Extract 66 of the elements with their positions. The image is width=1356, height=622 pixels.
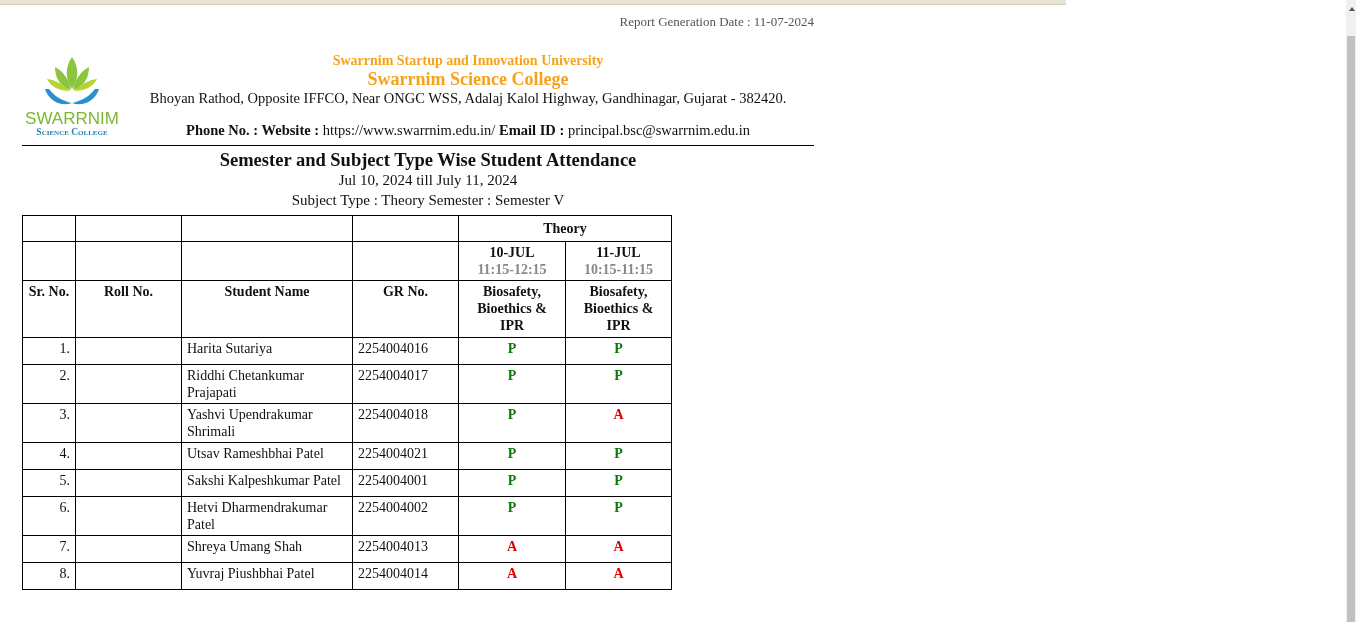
- attendance-mark: P: [565, 496, 672, 536]
- header-cell: GR No.: [352, 280, 459, 338]
- attendance-mark: P: [565, 469, 672, 497]
- table-cell: 4.: [22, 442, 76, 470]
- report-subtitle: Subject Type : Theory Semester : Semester V: [291, 191, 565, 210]
- header-cell: Sr. No.: [22, 280, 76, 338]
- attendance-mark: P: [458, 469, 566, 497]
- scroll-up-icon[interactable]: [1349, 7, 1355, 11]
- header-cell: Theory: [458, 215, 672, 242]
- logo-text: SWARRNIM: [25, 111, 119, 127]
- university-name: Swarrnim Startup and Innovation University: [332, 53, 604, 69]
- table-cell: 2254004018: [352, 403, 459, 443]
- table-cell: 2254004002: [352, 496, 459, 536]
- session-time: 11:15-12:15: [476, 261, 548, 278]
- attendance-mark: P: [458, 496, 566, 536]
- attendance-mark: P: [458, 364, 566, 404]
- attendance-mark: P: [458, 403, 566, 443]
- table-cell: Harita Sutariya: [181, 337, 353, 365]
- table-cell: 2254004017: [352, 364, 459, 404]
- table-cell: Hetvi Dharmendrakumar Patel: [181, 496, 353, 536]
- table-cell: 2254004016: [352, 337, 459, 365]
- session-date: 10-JUL: [488, 244, 536, 261]
- table-cell: 8.: [22, 562, 76, 590]
- attendance-mark: P: [458, 337, 566, 365]
- table-cell: Utsav Rameshbhai Patel: [181, 442, 353, 470]
- logo-subtext: Science College: [36, 127, 108, 138]
- header-cell: Roll No.: [75, 280, 182, 338]
- college-name: Swarrnim Science College: [367, 69, 569, 89]
- table-cell: 5.: [22, 469, 76, 497]
- table-cell: 2.: [22, 364, 76, 404]
- session-date: 11-JUL: [595, 244, 642, 261]
- scrollbar[interactable]: [1346, 0, 1356, 622]
- header-cell: [22, 215, 76, 242]
- header-cell: Biosafety, Bioethics & IPR: [458, 280, 566, 338]
- table-cell: 2254004021: [352, 442, 459, 470]
- report-title: Semester and Subject Type Wise Student Attendance: [219, 149, 637, 171]
- scrollbar-thumb[interactable]: [1347, 36, 1355, 622]
- address: Bhoyan Rathod, Opposite IFFCO, Near ONGC WSS, Adalaj Kalol Highway, Gandhinagar, Gujarat - 382420.: [149, 89, 787, 107]
- table-cell: Yuvraj Piushbhai Patel: [181, 562, 353, 590]
- attendance-mark: P: [565, 364, 672, 404]
- attendance-mark: A: [565, 535, 672, 563]
- attendance-mark: P: [565, 337, 672, 365]
- attendance-mark: A: [458, 535, 566, 563]
- date-range: Jul 10, 2024 till July 11, 2024: [338, 171, 518, 190]
- attendance-mark: A: [565, 562, 672, 590]
- contact-info: Phone No. : Website : https://www.swarrnim.edu.in/ Email ID : principal.bsc@swarrnim.edu.in: [186, 121, 750, 139]
- header-cell: [22, 241, 76, 281]
- table-cell: 1.: [22, 337, 76, 365]
- table-cell: 6.: [22, 496, 76, 536]
- table-cell: 7.: [22, 535, 76, 563]
- table-cell: Yashvi Upendrakumar Shrimali: [181, 403, 353, 443]
- table-cell: Riddhi Chetankumar Prajapati: [181, 364, 353, 404]
- attendance-mark: P: [565, 442, 672, 470]
- table-cell: Shreya Umang Shah: [181, 535, 353, 563]
- session-time: 10:15-11:15: [582, 261, 655, 278]
- header-cell: Student Name: [181, 280, 353, 338]
- table-cell: 3.: [22, 403, 76, 443]
- table-cell: Sakshi Kalpeshkumar Patel: [181, 469, 353, 497]
- report-date: Report Generation Date : 11-07-2024: [618, 13, 814, 31]
- table-cell: 2254004013: [352, 535, 459, 563]
- header-cell: Biosafety, Bioethics & IPR: [565, 280, 672, 338]
- attendance-mark: A: [458, 562, 566, 590]
- attendance-mark: P: [458, 442, 566, 470]
- attendance-mark: A: [565, 403, 672, 443]
- table-cell: 2254004014: [352, 562, 459, 590]
- table-cell: 2254004001: [352, 469, 459, 497]
